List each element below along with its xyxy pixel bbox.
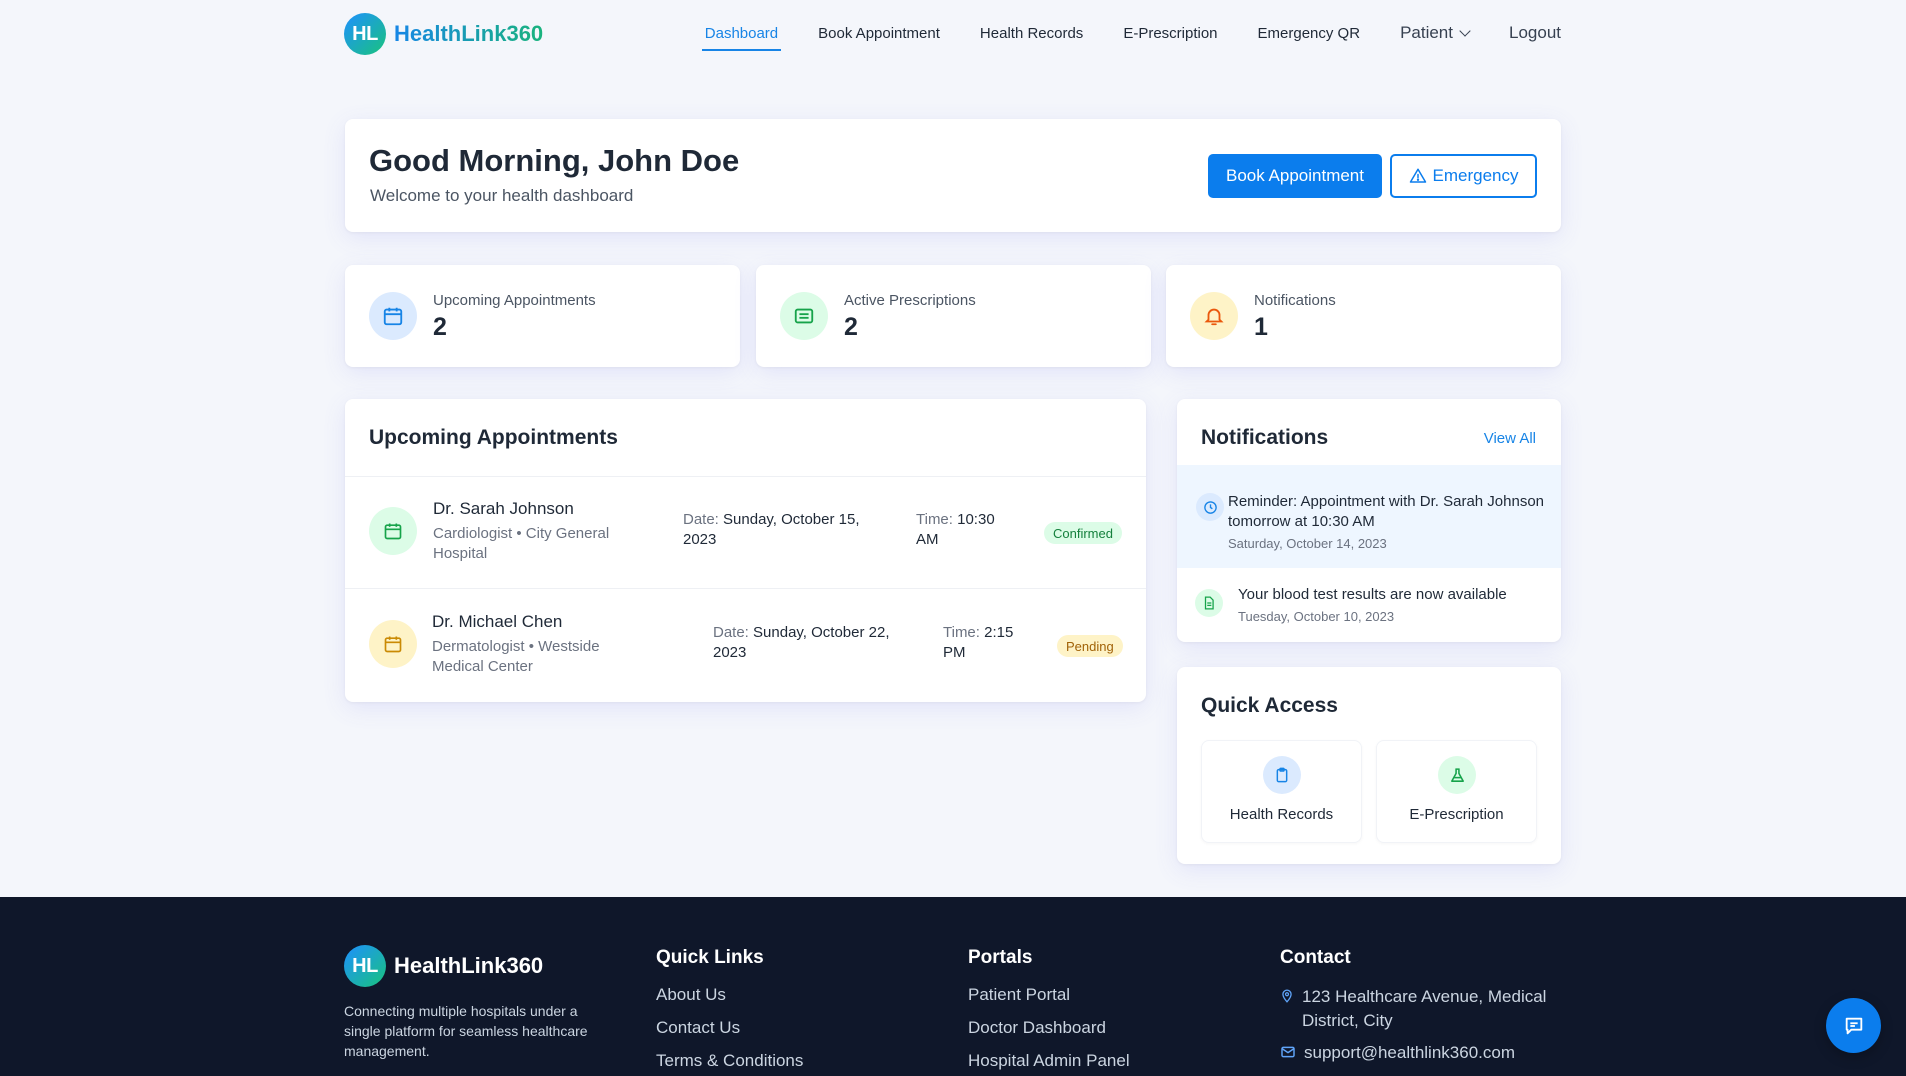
- nav-emergency-qr[interactable]: Emergency QR: [1258, 25, 1361, 42]
- appointment-date: Date: Sunday, October 15, 2023: [683, 510, 883, 550]
- quick-label: E-Prescription: [1409, 806, 1504, 823]
- notification-date: Tuesday, October 10, 2023: [1238, 609, 1395, 624]
- patient-menu[interactable]: Patient: [1400, 23, 1471, 43]
- welcome-subtitle: Welcome to your health dashboard: [370, 186, 634, 205]
- status-badge: Pending: [1057, 635, 1123, 657]
- time-label: Time:: [943, 624, 980, 641]
- footer-link-about[interactable]: About Us: [656, 985, 803, 1005]
- stat-value: 1: [1254, 313, 1268, 341]
- quick-access-title: Quick Access: [1201, 694, 1338, 717]
- bell-icon: [1190, 292, 1238, 340]
- logout-link[interactable]: Logout: [1509, 23, 1561, 43]
- appointment-date: Date: Sunday, October 22, 2023: [713, 623, 913, 663]
- quick-access-card: Quick Access Health Records E-Prescripti…: [1177, 667, 1561, 864]
- footer-contact: Contact 123 Healthcare Avenue, Medical D…: [1280, 947, 1570, 1073]
- footer-address-text: 123 Healthcare Avenue, Medical District,…: [1302, 987, 1547, 1030]
- calendar-icon: [369, 620, 417, 668]
- footer-portals: Portals Patient Portal Doctor Dashboard …: [968, 947, 1130, 1076]
- quick-label: Health Records: [1229, 806, 1334, 823]
- notifications-title: Notifications: [1201, 426, 1329, 449]
- stat-label: Active Prescriptions: [844, 292, 976, 309]
- warning-icon: [1409, 168, 1426, 183]
- map-pin-icon: [1282, 989, 1292, 1003]
- footer-link-doctor-dashboard[interactable]: Doctor Dashboard: [968, 1018, 1130, 1038]
- footer-email[interactable]: support@healthlink360.com: [1280, 1041, 1570, 1065]
- footer-link-hospital-admin[interactable]: Hospital Admin Panel: [968, 1051, 1130, 1071]
- document-icon: [1195, 589, 1223, 617]
- footer-description: Connecting multiple hospitals under a si…: [344, 1003, 588, 1059]
- notification-item[interactable]: Your blood test results are now availabl…: [1177, 569, 1561, 642]
- notification-text: Your blood test results are now availabl…: [1238, 586, 1507, 603]
- calendar-icon: [369, 292, 417, 340]
- welcome-card: Good Morning, John Doe Welcome to your h…: [345, 119, 1561, 232]
- emergency-button-label: Emergency: [1432, 166, 1519, 185]
- footer: HL HealthLink360 Connecting multiple hos…: [0, 897, 1906, 1076]
- patient-menu-label: Patient: [1400, 23, 1453, 42]
- view-all-link[interactable]: View All: [1484, 430, 1536, 447]
- footer-link-patient-portal[interactable]: Patient Portal: [968, 985, 1130, 1005]
- doctor-specialty: Cardiologist • City General Hospital: [433, 525, 610, 562]
- chevron-down-icon: [1459, 25, 1471, 37]
- clipboard-icon: [1263, 756, 1301, 794]
- footer-address: 123 Healthcare Avenue, Medical District,…: [1280, 985, 1570, 1033]
- nav-links: Dashboard Book Appointment Health Record…: [701, 0, 1561, 66]
- nav-e-prescription[interactable]: E-Prescription: [1123, 25, 1217, 42]
- calendar-icon: [369, 507, 417, 555]
- brand-logo[interactable]: HL HealthLink360: [344, 13, 543, 55]
- book-appointment-button[interactable]: Book Appointment: [1208, 154, 1382, 198]
- stat-label: Upcoming Appointments: [433, 292, 596, 309]
- chat-button[interactable]: [1826, 998, 1881, 1053]
- upcoming-appointments-card: Upcoming Appointments Dr. Sarah Johnson …: [345, 399, 1146, 702]
- appointment-row[interactable]: Dr. Michael Chen Dermatologist • Westsid…: [345, 589, 1146, 701]
- clock-icon: [1196, 493, 1224, 521]
- nav-book-appointment[interactable]: Book Appointment: [818, 25, 940, 42]
- footer-email-text: support@healthlink360.com: [1304, 1043, 1515, 1062]
- top-navbar: HL HealthLink360 Dashboard Book Appointm…: [0, 0, 1906, 66]
- time-label: Time:: [916, 511, 953, 528]
- brand-name: HealthLink360: [394, 21, 544, 46]
- quick-health-records[interactable]: Health Records: [1201, 740, 1362, 843]
- notification-item[interactable]: Reminder: Appointment with Dr. Sarah Joh…: [1177, 465, 1561, 568]
- footer-brand-name: HealthLink360: [394, 953, 544, 978]
- appointment-time: Time: 10:30 AM: [916, 510, 1001, 550]
- prescription-icon: [780, 292, 828, 340]
- notifications-card: Notifications View All Reminder: Appoint…: [1177, 399, 1561, 642]
- footer-logo-badge: HL: [344, 945, 386, 987]
- flask-icon: [1438, 756, 1476, 794]
- notification-text: Reminder: Appointment with Dr. Sarah Joh…: [1228, 493, 1545, 530]
- footer-quick-links: Quick Links About Us Contact Us Terms & …: [656, 947, 803, 1076]
- footer-quick-links-title: Quick Links: [656, 947, 764, 968]
- status-badge: Confirmed: [1044, 522, 1122, 544]
- footer-link-contact[interactable]: Contact Us: [656, 1018, 803, 1038]
- doctor-name: Dr. Sarah Johnson: [433, 499, 574, 518]
- date-label: Date:: [713, 624, 749, 641]
- notification-date: Saturday, October 14, 2023: [1228, 536, 1387, 551]
- appointment-time: Time: 2:15 PM: [943, 623, 1028, 663]
- mail-icon: [1281, 1046, 1295, 1058]
- stat-value: 2: [433, 313, 447, 341]
- logo-badge: HL: [344, 13, 386, 55]
- stat-label: Notifications: [1254, 292, 1336, 309]
- greeting-heading: Good Morning, John Doe: [369, 143, 740, 178]
- doctor-specialty: Dermatologist • Westside Medical Center: [432, 638, 600, 675]
- appointment-row[interactable]: Dr. Sarah Johnson Cardiologist • City Ge…: [345, 476, 1146, 588]
- footer-portals-title: Portals: [968, 947, 1033, 968]
- doctor-name: Dr. Michael Chen: [432, 612, 563, 631]
- nav-health-records[interactable]: Health Records: [980, 25, 1083, 42]
- emergency-button[interactable]: Emergency: [1390, 154, 1537, 198]
- date-label: Date:: [683, 511, 719, 528]
- stat-upcoming-appointments[interactable]: Upcoming Appointments 2: [345, 265, 740, 367]
- appointments-title: Upcoming Appointments: [369, 426, 618, 449]
- footer-contact-title: Contact: [1280, 947, 1351, 968]
- footer-brand[interactable]: HL HealthLink360: [344, 945, 543, 987]
- stat-value: 2: [844, 313, 858, 341]
- chat-icon: [1845, 1017, 1862, 1034]
- stat-active-prescriptions[interactable]: Active Prescriptions 2: [756, 265, 1151, 367]
- quick-e-prescription[interactable]: E-Prescription: [1376, 740, 1537, 843]
- stat-notifications[interactable]: Notifications 1: [1166, 265, 1561, 367]
- nav-dashboard[interactable]: Dashboard: [701, 25, 782, 51]
- footer-link-terms[interactable]: Terms & Conditions: [656, 1051, 803, 1071]
